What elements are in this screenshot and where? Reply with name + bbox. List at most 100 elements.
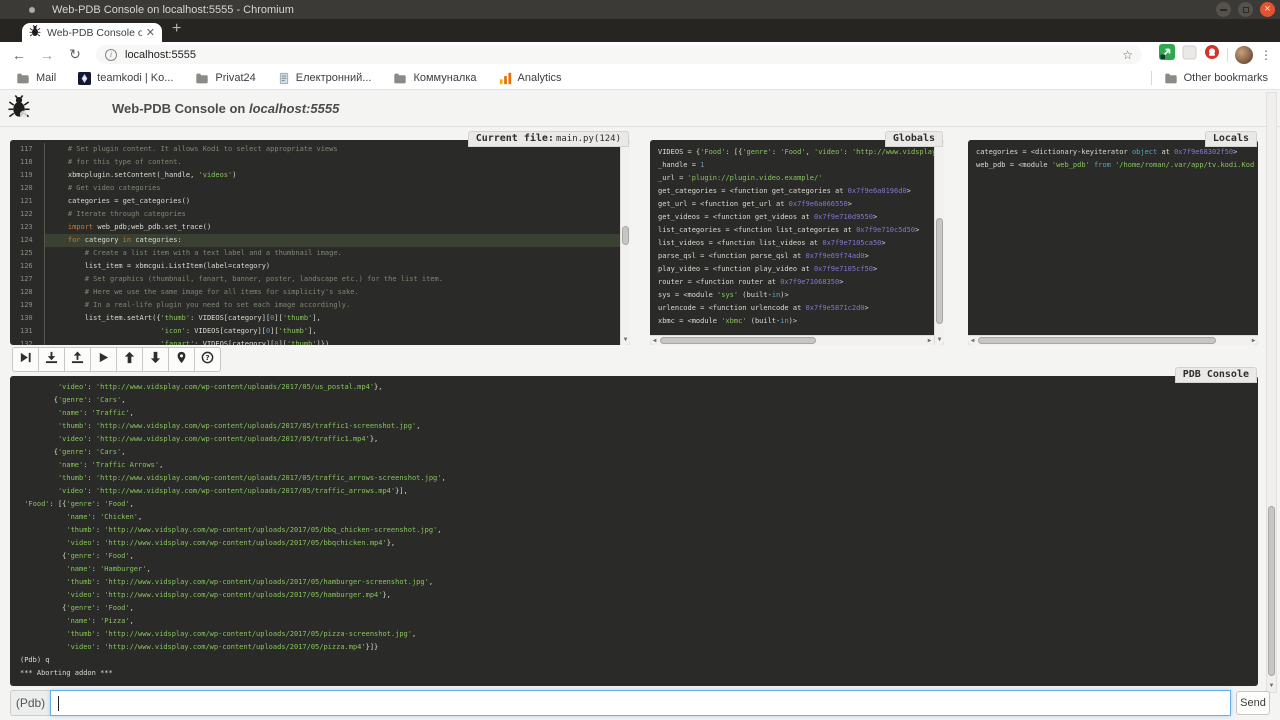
- globals-line: urlencode = <function urlencode at 0x7f9…: [650, 302, 934, 315]
- back-icon[interactable]: ←: [10, 47, 28, 63]
- globals-line: router = <function router at 0x7f9e71068…: [650, 276, 934, 289]
- step-button[interactable]: [38, 347, 65, 372]
- bookmark-label: Mail: [36, 72, 56, 84]
- svg-text:?: ?: [205, 353, 209, 362]
- folder-icon: [1164, 72, 1178, 85]
- maximize-button[interactable]: [1238, 2, 1253, 17]
- help-button[interactable]: ?: [194, 347, 221, 372]
- code-line: 124 for category in categories:: [10, 234, 620, 247]
- line-number: 121: [10, 195, 44, 208]
- tab-strip: Web-PDB Console on loca ✕ +: [0, 19, 1280, 42]
- send-button[interactable]: Send: [1236, 691, 1270, 715]
- bookmark-item[interactable]: Privat24: [195, 72, 255, 85]
- scroll-left-icon[interactable]: ◀: [650, 336, 659, 345]
- globals-line: parse_qsl = <function parse_qsl at 0x7f9…: [650, 250, 934, 263]
- page-scrollbar[interactable]: ▼: [1266, 92, 1277, 693]
- scroll-left-icon[interactable]: ◀: [968, 336, 977, 345]
- globals-hscrollbar[interactable]: ◀ ▶: [650, 335, 934, 345]
- console-line: 'name': 'Traffic Arrows',: [10, 459, 1254, 472]
- maximize-icon: [1243, 7, 1249, 13]
- globals-line: get_categories = <function get_categorie…: [650, 185, 934, 198]
- line-number: 130: [10, 312, 44, 325]
- down-button[interactable]: [142, 347, 169, 372]
- pdb-prompt-label: (Pdb): [10, 690, 50, 716]
- close-button[interactable]: ×: [1260, 2, 1275, 17]
- play-icon: [97, 351, 110, 369]
- other-bookmarks[interactable]: Other bookmarks: [1151, 71, 1268, 85]
- line-number: 127: [10, 273, 44, 286]
- console-line: 'thumb': 'http://www.vidsplay.com/wp-con…: [10, 472, 1254, 485]
- code-line: 125 # Create a list item with a text lab…: [10, 247, 620, 260]
- code-line: 121 categories = get_categories(): [10, 195, 620, 208]
- site-info-icon[interactable]: i: [105, 49, 117, 61]
- new-tab-button[interactable]: +: [172, 20, 181, 38]
- return-button[interactable]: [64, 347, 91, 372]
- bookmark-item[interactable]: Електронний...: [278, 72, 372, 85]
- line-number: 122: [10, 208, 44, 221]
- scroll-down-icon[interactable]: ▼: [621, 336, 630, 344]
- scroll-right-icon[interactable]: ▶: [925, 336, 934, 345]
- scroll-down-icon[interactable]: ▼: [935, 336, 944, 344]
- command-row: (Pdb) Send: [10, 690, 1270, 716]
- code-line: 127 # Set graphics (thumbnail, fanart, b…: [10, 273, 620, 286]
- line-number: 123: [10, 221, 44, 234]
- console-line: 'thumb': 'http://www.vidsplay.com/wp-con…: [10, 524, 1254, 537]
- scrollbar-thumb[interactable]: [978, 337, 1216, 344]
- scrollbar-thumb[interactable]: [1268, 506, 1275, 676]
- forward-icon[interactable]: →: [38, 47, 56, 63]
- globals-line: get_videos = <function get_videos at 0x7…: [650, 211, 934, 224]
- scrollbar-thumb[interactable]: [660, 337, 816, 344]
- code-line: 118 # for this type of content.: [10, 156, 620, 169]
- line-number: 124: [10, 234, 44, 247]
- scrollbar-thumb[interactable]: [936, 218, 943, 325]
- locals-hscrollbar[interactable]: ◀ ▶: [968, 335, 1258, 345]
- globals-vscrollbar[interactable]: ▼: [934, 140, 944, 345]
- locals-listing: categories = <dictionary-keyiterator obj…: [968, 146, 1254, 335]
- command-input[interactable]: [50, 690, 1231, 716]
- console-line: 'video': 'http://www.vidsplay.com/wp-con…: [10, 537, 1254, 550]
- profile-avatar[interactable]: [1235, 46, 1253, 64]
- browser-menu-icon[interactable]: ⋮: [1260, 48, 1272, 62]
- browser-tab[interactable]: Web-PDB Console on loca ✕: [22, 23, 162, 42]
- continue-button[interactable]: [90, 347, 117, 372]
- line-number: 129: [10, 299, 44, 312]
- console-line: {'genre': 'Food',: [10, 602, 1254, 615]
- gray-extension-icon[interactable]: [1182, 45, 1197, 65]
- bookmark-label: Електронний...: [296, 72, 372, 84]
- code-line: 128 # Here we use the same image for all…: [10, 286, 620, 299]
- where-button[interactable]: [168, 347, 195, 372]
- arrow-down-icon: [149, 351, 162, 369]
- console-line: 'thumb': 'http://www.vidsplay.com/wp-con…: [10, 576, 1254, 589]
- minimize-button[interactable]: [1216, 2, 1231, 17]
- tab-close-icon[interactable]: ✕: [146, 26, 155, 39]
- scrollbar-thumb[interactable]: [622, 226, 629, 244]
- globals-line: play_video = <function play_video at 0x7…: [650, 263, 934, 276]
- scroll-down-icon[interactable]: ▼: [1267, 682, 1276, 690]
- globals-line: _url = 'plugin://plugin.video.example/': [650, 172, 934, 185]
- red-extension-icon[interactable]: [1204, 44, 1220, 65]
- minimize-icon: [1220, 9, 1227, 11]
- code-line: 126 list_item = xbmcgui.ListItem(label=c…: [10, 260, 620, 273]
- line-number: 131: [10, 325, 44, 338]
- code-scrollbar[interactable]: ▼: [620, 140, 630, 345]
- window-title: Web-PDB Console on localhost:5555 - Chro…: [52, 4, 294, 16]
- console-line: 'Food': [{'genre': 'Food',: [10, 498, 1254, 511]
- bookmark-item[interactable]: teamkodi | Ko...: [78, 72, 173, 85]
- scroll-right-icon[interactable]: ▶: [1249, 336, 1258, 345]
- bookmark-item[interactable]: Mail: [16, 72, 56, 85]
- bookmark-item[interactable]: Analytics: [499, 72, 562, 85]
- url-text: localhost:5555: [125, 49, 196, 61]
- text-caret: [58, 696, 59, 711]
- code-panel: Current file:main.py(124) 117 # Set plug…: [10, 140, 630, 345]
- address-bar[interactable]: i localhost:5555 ☆: [96, 45, 1142, 64]
- green-extension-icon[interactable]: [1159, 44, 1175, 65]
- bookmark-item[interactable]: Коммуналка: [393, 72, 476, 85]
- bookmark-star-icon[interactable]: ☆: [1122, 48, 1133, 62]
- locals-panel: Locals categories = <dictionary-keyitera…: [968, 140, 1258, 345]
- next-button[interactable]: [12, 347, 39, 372]
- reload-icon[interactable]: ↻: [66, 46, 84, 63]
- web-pdb-bug-logo-icon: [8, 95, 30, 124]
- console-line: {'genre': 'Cars',: [10, 446, 1254, 459]
- code-line: 129 # In a real-life plugin you need to …: [10, 299, 620, 312]
- up-button[interactable]: [116, 347, 143, 372]
